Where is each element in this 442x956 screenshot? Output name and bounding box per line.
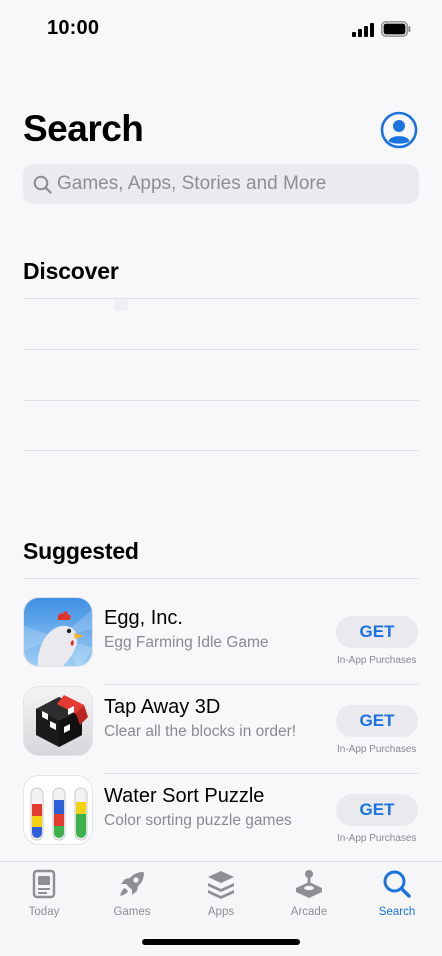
account-icon[interactable] [380,111,418,149]
stack-icon [208,871,234,899]
app-row-tap-away-3d[interactable]: Tap Away 3D Clear all the blocks in orde… [23,686,419,774]
search-icon [383,870,411,898]
search-field[interactable] [23,164,419,204]
app-subtitle: Clear all the blocks in order! [104,723,297,740]
app-row-water-sort-puzzle[interactable]: Water Sort Puzzle Color sorting puzzle g… [23,775,419,863]
app-subtitle: Egg Farming Idle Game [104,634,269,651]
status-bar: 10:00 [0,0,442,58]
home-indicator[interactable] [142,939,300,945]
divider [23,578,419,579]
discover-item[interactable] [23,299,419,349]
tap-away-cube-icon [23,686,93,756]
app-subtitle: Color sorting puzzle games [104,812,292,829]
tab-apps[interactable]: Apps [186,868,256,924]
search-icon [33,175,52,194]
rocket-icon [120,872,144,896]
today-icon [32,869,56,899]
app-row-egg-inc[interactable]: Egg, Inc. Egg Farming Idle Game GET In-A… [23,597,419,685]
loading-placeholder [114,299,128,311]
discover-item[interactable] [23,401,419,451]
discover-title: Discover [23,258,119,284]
divider [104,773,419,774]
cellular-signal-icon [352,23,374,37]
egg-inc-chicken-icon [23,597,93,667]
tab-label: Apps [207,906,235,918]
tab-games[interactable]: Games [97,868,167,924]
search-input[interactable] [57,164,407,204]
in-app-purchases-note: In-App Purchases [337,833,417,844]
status-time: 10:00 [47,17,100,39]
app-name: Water Sort Puzzle [104,785,265,807]
tab-label: Arcade [290,906,328,918]
tab-label: Today [28,906,60,918]
in-app-purchases-note: In-App Purchases [337,655,417,666]
suggested-title: Suggested [23,538,139,564]
app-name: Egg, Inc. [104,607,183,629]
get-button[interactable]: GET [336,705,418,737]
joystick-icon [296,870,322,898]
tab-search[interactable]: Search [362,868,432,924]
water-sort-tubes-icon [23,775,93,845]
tab-today[interactable]: Today [9,868,79,924]
get-button[interactable]: GET [336,794,418,826]
divider [104,684,419,685]
in-app-purchases-note: In-App Purchases [337,744,417,755]
get-button[interactable]: GET [336,616,418,648]
app-name: Tap Away 3D [104,696,221,718]
divider [23,450,419,451]
discover-item[interactable] [23,350,419,400]
tab-arcade[interactable]: Arcade [274,868,344,924]
tab-label: Search [378,906,416,918]
battery-icon [381,21,411,37]
page-title: Search [23,108,144,149]
tab-label: Games [113,906,151,918]
